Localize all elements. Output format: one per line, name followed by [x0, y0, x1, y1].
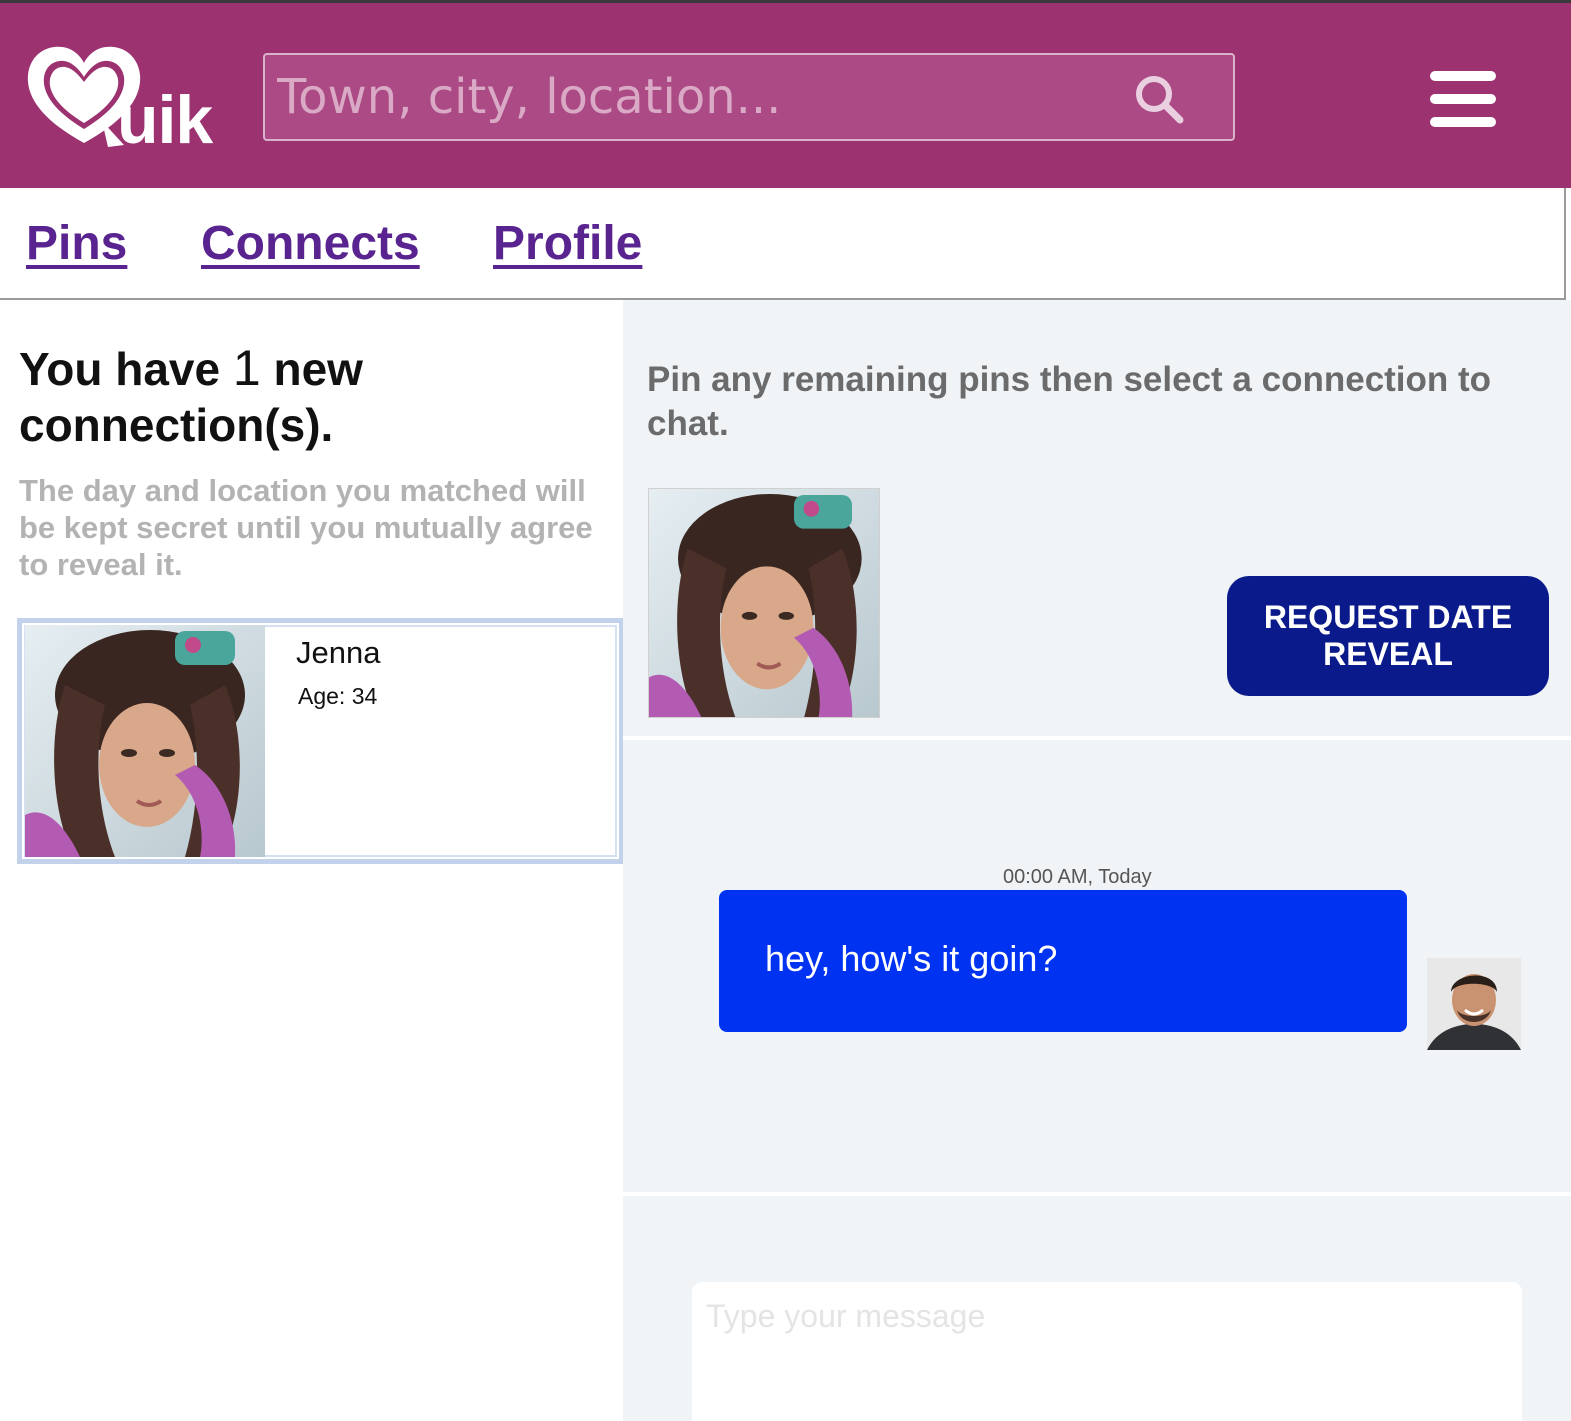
connection-name: Jenna	[296, 635, 381, 670]
connection-card[interactable]: Jenna Age: 34	[17, 618, 624, 864]
search-input[interactable]	[277, 65, 1137, 129]
message-timestamp: 00:00 AM, Today	[1003, 866, 1152, 888]
chat-message-text: hey, how's it goin?	[765, 938, 1058, 979]
chat-message-bubble: hey, how's it goin?	[719, 890, 1407, 1032]
message-composer	[692, 1282, 1522, 1421]
hamburger-menu-icon[interactable]	[1430, 71, 1496, 127]
top-bar: uik	[0, 0, 1571, 188]
connection-count: 1	[232, 340, 261, 396]
chat-panel: Pin any remaining pins then select a con…	[623, 300, 1571, 1421]
section-divider	[623, 1192, 1571, 1196]
match-photo	[648, 488, 880, 718]
privacy-note: The day and location you matched will be…	[19, 473, 593, 582]
connection-age: Age: 34	[298, 683, 378, 709]
location-search	[263, 53, 1235, 141]
section-divider	[623, 736, 1571, 740]
request-date-reveal-button[interactable]: REQUEST DATE REVEAL	[1227, 576, 1549, 696]
nav-link-connects[interactable]: Connects	[201, 216, 420, 271]
quik-logo[interactable]: uik	[24, 43, 234, 158]
connection-photo	[25, 625, 265, 857]
nav-link-pins[interactable]: Pins	[26, 216, 127, 271]
chat-instructions: Pin any remaining pins then select a con…	[647, 360, 1492, 443]
logo-text: uik	[117, 82, 213, 158]
message-input[interactable]	[706, 1298, 1506, 1418]
headline-prefix: You have	[19, 343, 221, 395]
search-icon[interactable]	[1133, 73, 1185, 125]
connections-headline: You have 1 new connection(s).	[19, 340, 599, 453]
user-avatar	[1427, 958, 1521, 1050]
connections-panel: You have 1 new connection(s). The day an…	[0, 300, 624, 1421]
main-nav: Pins Connects Profile	[0, 188, 1566, 300]
nav-link-profile[interactable]: Profile	[493, 216, 642, 271]
